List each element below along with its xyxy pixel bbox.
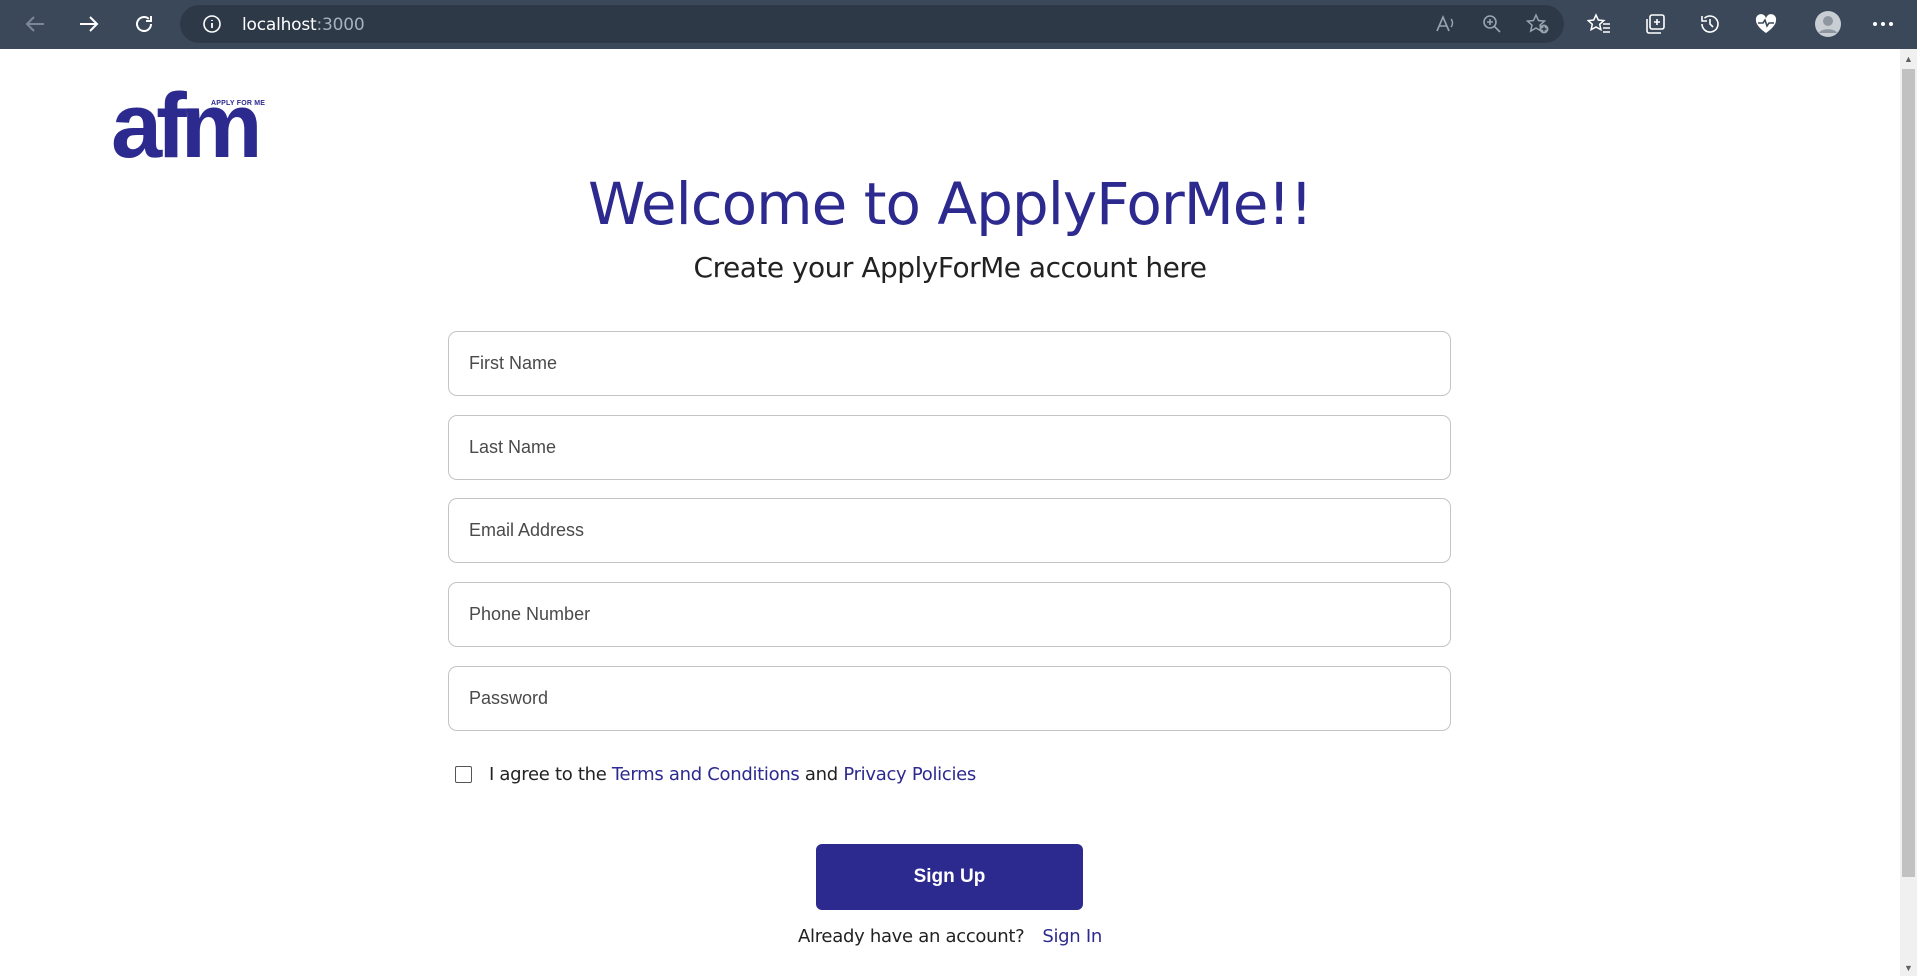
history-icon[interactable] [1695, 9, 1725, 39]
terms-checkbox[interactable] [455, 766, 472, 783]
profile-icon[interactable] [1813, 9, 1843, 39]
more-icon[interactable] [1868, 9, 1898, 39]
forward-icon[interactable] [72, 8, 106, 40]
back-icon[interactable] [18, 8, 52, 40]
signin-prompt-text: Already have an account? [798, 926, 1025, 947]
add-favorite-icon[interactable] [1525, 13, 1550, 40]
scroll-down-icon[interactable]: ▼ [1900, 960, 1917, 976]
agree-and-text: and [799, 764, 844, 785]
zoom-icon[interactable] [1482, 14, 1502, 39]
scroll-up-icon[interactable]: ▲ [1900, 51, 1917, 67]
read-aloud-icon[interactable] [1435, 14, 1457, 39]
collections-icon[interactable] [1640, 9, 1670, 39]
signin-prompt: Already have an account? Sign In [0, 926, 1900, 947]
terms-link[interactable]: Terms and Conditions [612, 764, 800, 785]
favorites-icon[interactable] [1584, 9, 1614, 39]
url-text: localhost:3000 [242, 15, 365, 35]
phone-field[interactable] [448, 582, 1451, 647]
health-icon[interactable] [1751, 9, 1781, 39]
browser-toolbar: localhost:3000 [0, 0, 1917, 49]
email-field[interactable] [448, 498, 1451, 563]
refresh-icon[interactable] [127, 8, 161, 40]
url-host: localhost [242, 15, 317, 35]
terms-agreement: I agree to the Terms and Conditions and … [455, 764, 976, 785]
scroll-thumb[interactable] [1902, 69, 1915, 877]
sign-in-link[interactable]: Sign In [1042, 926, 1102, 947]
page-subtitle: Create your ApplyForMe account here [693, 251, 1207, 284]
first-name-field[interactable] [448, 331, 1451, 396]
password-field[interactable] [448, 666, 1451, 731]
logo-wordmark: afm [111, 75, 263, 177]
info-icon[interactable] [202, 14, 222, 39]
sign-up-button[interactable]: Sign Up [816, 844, 1083, 910]
agree-prefix-text: I agree to the [489, 764, 612, 785]
logo-tagline: APPLY FOR ME [211, 100, 266, 107]
page-title: Welcome to ApplyForMe!! [587, 170, 1313, 238]
url-port: :3000 [316, 15, 365, 35]
afm-logo[interactable]: afm APPLY FOR ME [111, 76, 265, 176]
page-scrollbar[interactable]: ▲ ▼ [1900, 49, 1917, 976]
last-name-field[interactable] [448, 415, 1451, 480]
address-bar[interactable]: localhost:3000 [180, 5, 1564, 43]
privacy-link[interactable]: Privacy Policies [843, 764, 976, 785]
